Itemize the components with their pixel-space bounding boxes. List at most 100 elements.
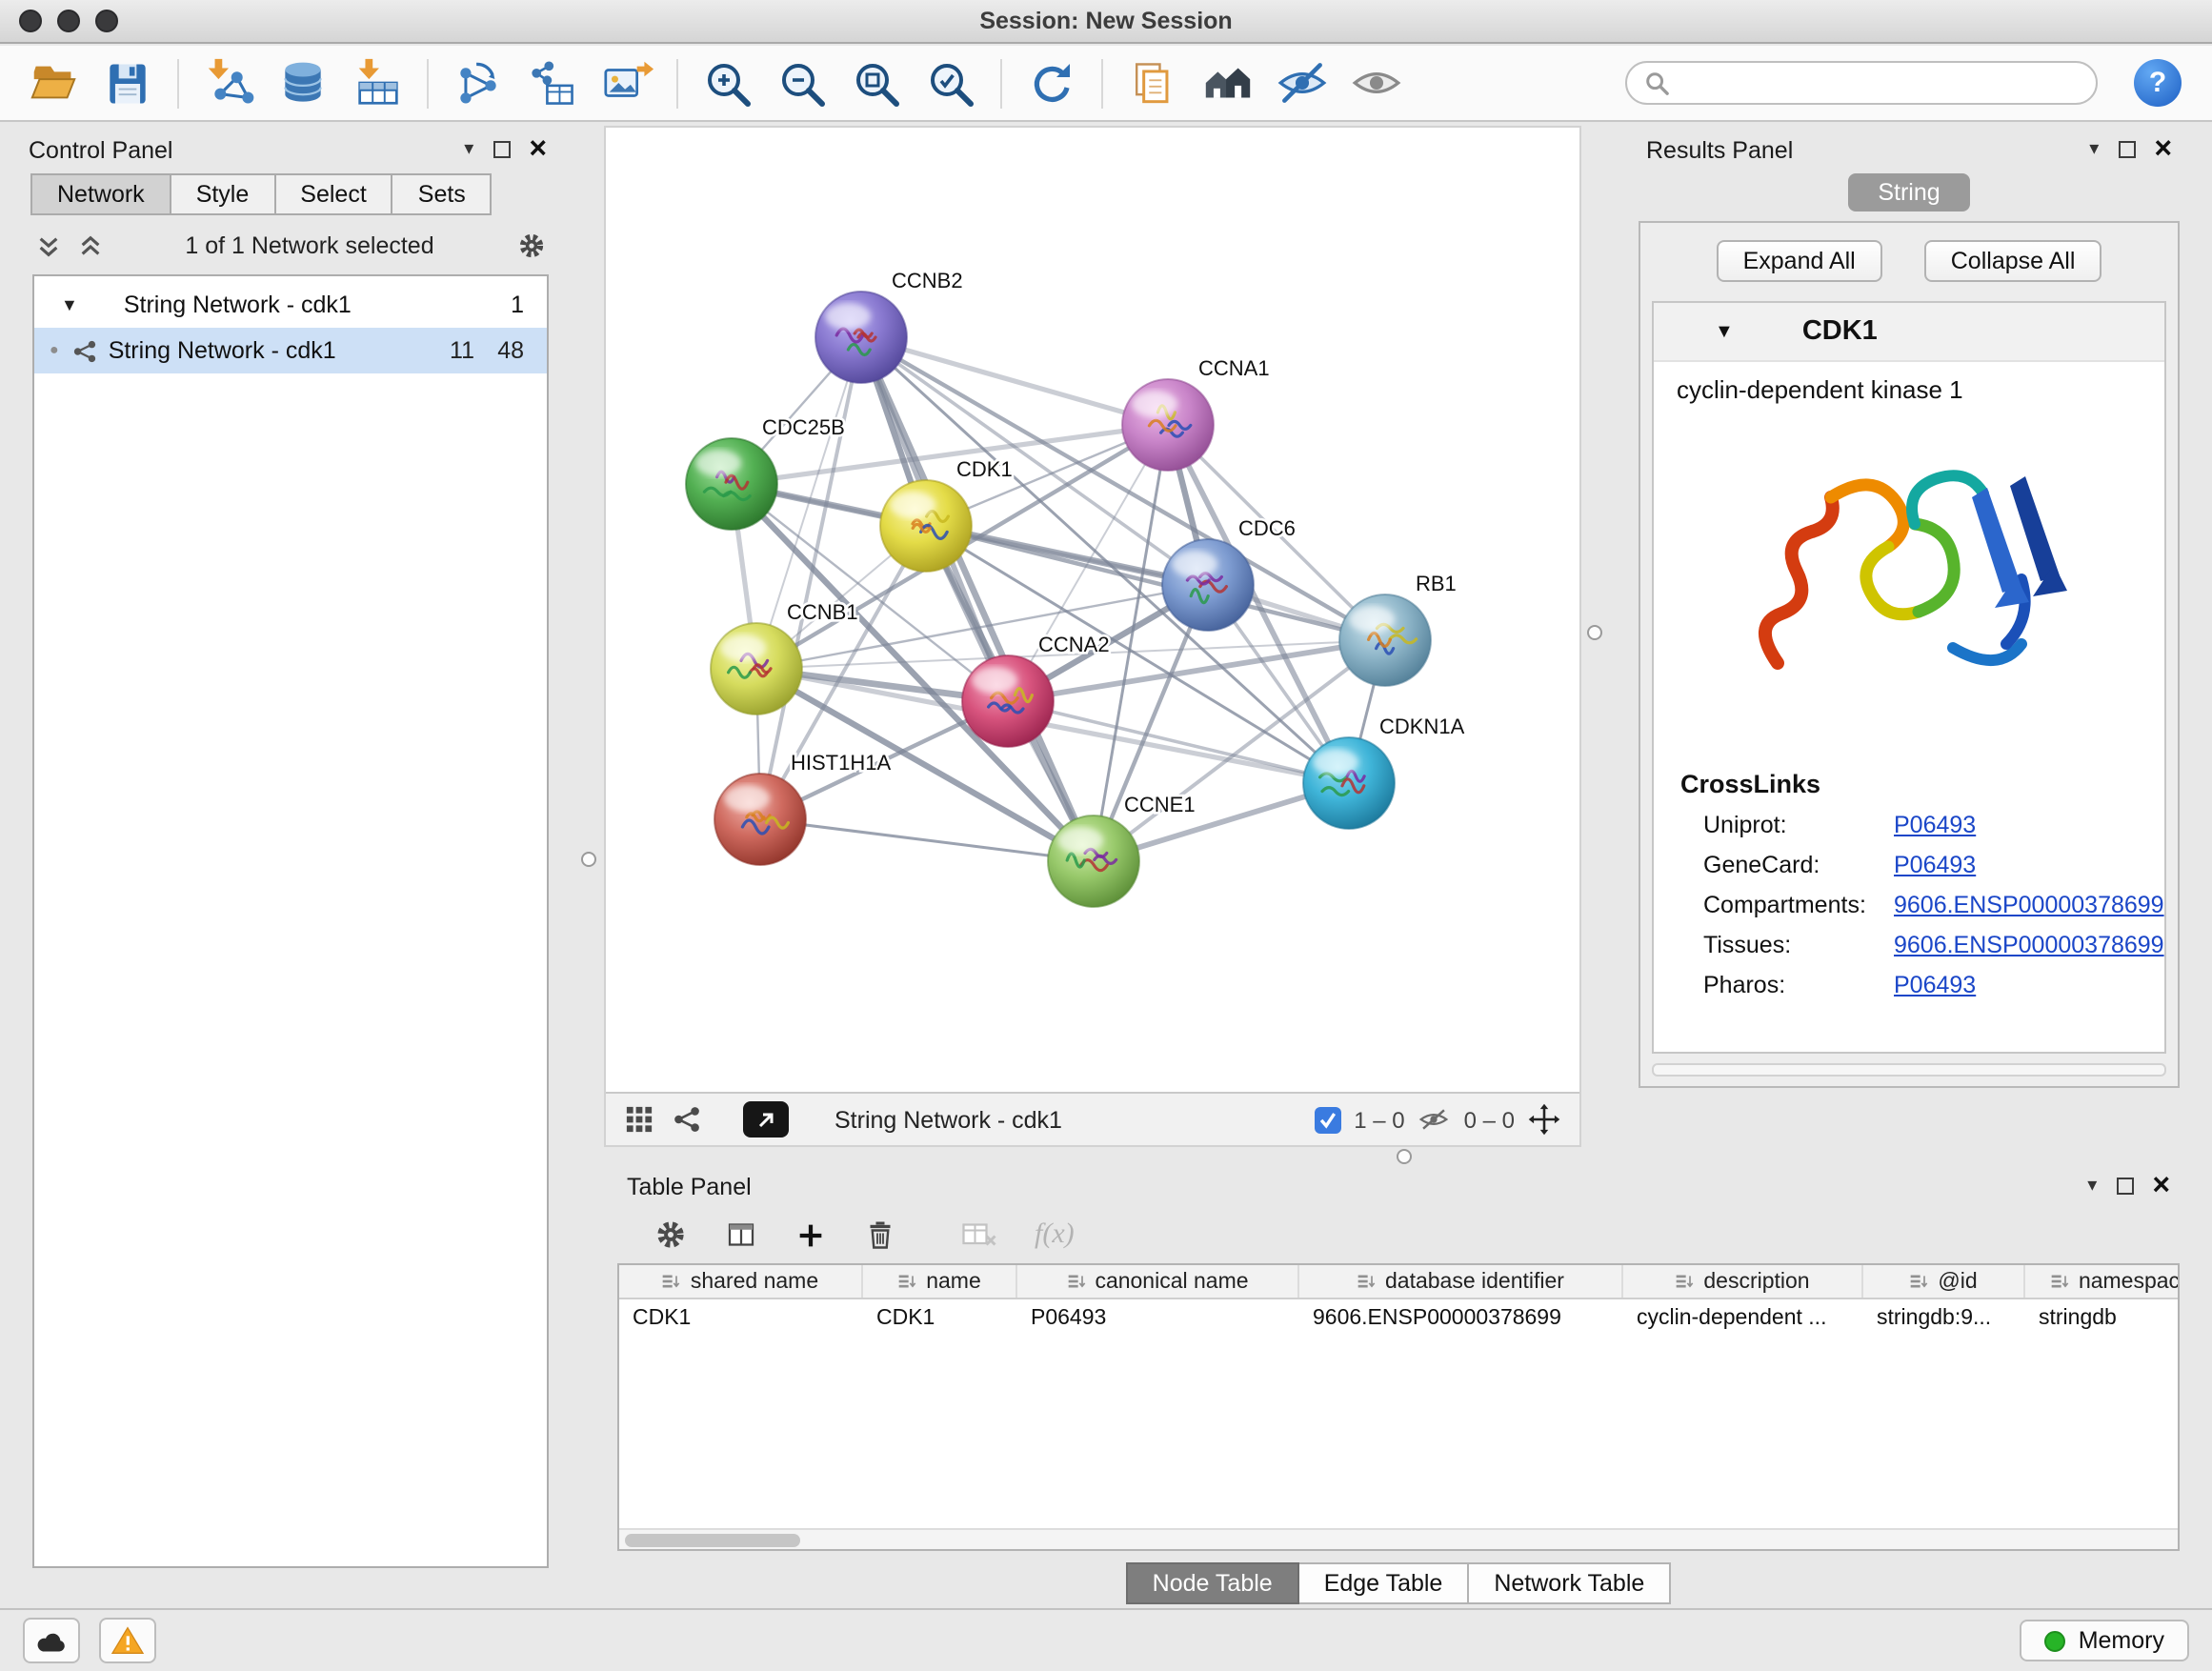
- column-header-shared-name[interactable]: shared name: [619, 1265, 863, 1298]
- crosslink-link-genecard[interactable]: P06493: [1894, 852, 1976, 878]
- zoom-fit-button[interactable]: [846, 52, 907, 113]
- table-panel-float-icon[interactable]: [2116, 1178, 2133, 1195]
- zoom-selected-button[interactable]: [920, 52, 981, 113]
- column-header-description[interactable]: description: [1623, 1265, 1863, 1298]
- grid-icon[interactable]: [625, 1105, 654, 1134]
- column-header-id[interactable]: @id: [1863, 1265, 2025, 1298]
- node-HIST1H1A[interactable]: HIST1H1A: [714, 751, 891, 865]
- left-splitter-handle[interactable]: [581, 852, 596, 867]
- crosslink-link-compartments[interactable]: 9606.ENSP00000378699: [1894, 892, 2164, 918]
- selected-checkbox-icon[interactable]: [1314, 1106, 1340, 1133]
- tab-network-table[interactable]: Network Table: [1469, 1562, 1671, 1604]
- control-panel-collapse-icon[interactable]: ▾: [464, 140, 473, 159]
- table-row[interactable]: CDK1 CDK1 P06493 9606.ENSP00000378699 cy…: [619, 1299, 2178, 1338]
- zoom-window-button[interactable]: [95, 10, 118, 32]
- right-splitter-handle[interactable]: [1587, 625, 1602, 640]
- network-graph[interactable]: CCNB2CCNA1CDC25BCDK1CDC6RB1CCNB1CCNA2CDK…: [606, 128, 1579, 1092]
- crosslink-link-tissues[interactable]: 9606.ENSP00000378699: [1894, 932, 2164, 958]
- tab-network[interactable]: Network: [30, 173, 171, 215]
- network-row[interactable]: ● String Network - cdk1 11 48: [34, 328, 547, 373]
- search-box[interactable]: [1625, 61, 2098, 105]
- node-CDKN1A[interactable]: CDKN1A: [1303, 715, 1465, 829]
- cell-canonical-name[interactable]: P06493: [1017, 1307, 1299, 1330]
- table-settings-gear-icon[interactable]: [654, 1218, 688, 1252]
- close-window-button[interactable]: [19, 10, 42, 32]
- cell-shared-name[interactable]: CDK1: [619, 1307, 863, 1330]
- delete-column-trash-icon[interactable]: [863, 1218, 897, 1252]
- tab-style[interactable]: Style: [171, 173, 276, 215]
- zoom-out-button[interactable]: [772, 52, 833, 113]
- cell-database-identifier[interactable]: 9606.ENSP00000378699: [1299, 1307, 1623, 1330]
- tab-string[interactable]: String: [1847, 173, 1970, 211]
- cell-description[interactable]: cyclin-dependent ...: [1623, 1307, 1863, 1330]
- show-columns-icon[interactable]: [724, 1218, 758, 1252]
- crosslink-link-pharos[interactable]: P06493: [1894, 972, 1976, 998]
- edge[interactable]: [861, 337, 1094, 861]
- node-CDK1[interactable]: CDK1: [880, 457, 1013, 572]
- network-collection-row[interactable]: ▼ String Network - cdk1 1: [34, 282, 547, 328]
- collapse-all-chevron-icon[interactable]: [78, 233, 103, 258]
- apply-layout-button[interactable]: [1021, 52, 1082, 113]
- results-panel-float-icon[interactable]: [2118, 141, 2135, 158]
- tab-sets[interactable]: Sets: [393, 173, 493, 215]
- search-input[interactable]: [1680, 70, 2079, 96]
- hide-selected-button[interactable]: [1271, 52, 1332, 113]
- tab-node-table[interactable]: Node Table: [1126, 1562, 1299, 1604]
- network-overview-icon[interactable]: [673, 1105, 701, 1134]
- results-scrollbar[interactable]: [1652, 1063, 2166, 1077]
- warning-button[interactable]: [99, 1618, 156, 1663]
- node-RB1[interactable]: RB1: [1339, 572, 1457, 686]
- column-header-database-identifier[interactable]: database identifier: [1299, 1265, 1623, 1298]
- bottom-splitter-handle[interactable]: [1397, 1149, 1412, 1164]
- zoom-in-button[interactable]: [697, 52, 758, 113]
- expand-all-button[interactable]: Expand All: [1717, 240, 1882, 282]
- column-header-namespace[interactable]: namespac: [2025, 1265, 2180, 1298]
- save-session-button[interactable]: [97, 52, 158, 113]
- homes-button[interactable]: [1196, 52, 1257, 113]
- edge[interactable]: [760, 819, 1094, 861]
- network-table-button[interactable]: [522, 52, 583, 113]
- control-panel-close-icon[interactable]: ×: [529, 134, 547, 165]
- tab-edge-table[interactable]: Edge Table: [1299, 1562, 1470, 1604]
- import-network-file-button[interactable]: [198, 52, 259, 113]
- open-session-button[interactable]: [23, 52, 84, 113]
- expand-all-chevron-icon[interactable]: [36, 233, 61, 258]
- cloud-button[interactable]: [23, 1618, 80, 1663]
- import-table-button[interactable]: [347, 52, 408, 113]
- new-network-button[interactable]: [448, 52, 509, 113]
- table-panel-collapse-icon[interactable]: ▾: [2087, 1177, 2097, 1196]
- move-crosshair-icon[interactable]: [1528, 1103, 1560, 1136]
- node-CCNA1[interactable]: CCNA1: [1122, 356, 1270, 471]
- scrollbar-thumb[interactable]: [625, 1534, 800, 1547]
- cell-name[interactable]: CDK1: [863, 1307, 1017, 1330]
- hidden-eye-icon[interactable]: [1418, 1103, 1451, 1136]
- duplicate-document-button[interactable]: [1122, 52, 1183, 113]
- show-all-button[interactable]: [1345, 52, 1406, 113]
- results-panel-collapse-icon[interactable]: ▾: [2089, 140, 2099, 159]
- table-panel-close-icon[interactable]: ×: [2152, 1171, 2170, 1201]
- tab-select[interactable]: Select: [275, 173, 393, 215]
- results-panel-close-icon[interactable]: ×: [2154, 134, 2172, 165]
- add-column-plus-icon[interactable]: [794, 1218, 827, 1251]
- cell-id[interactable]: stringdb:9...: [1863, 1307, 2025, 1330]
- column-header-canonical-name[interactable]: canonical name: [1017, 1265, 1299, 1298]
- table-horizontal-scrollbar[interactable]: [619, 1528, 2178, 1549]
- collection-expand-icon[interactable]: ▼: [61, 295, 78, 314]
- collapse-all-button[interactable]: Collapse All: [1924, 240, 2102, 282]
- cell-namespace[interactable]: stringdb: [2025, 1307, 2180, 1330]
- network-options-gear-icon[interactable]: [516, 231, 547, 261]
- gene-expand-icon[interactable]: ▼: [1715, 321, 1734, 342]
- export-image-button[interactable]: [596, 52, 657, 113]
- help-button[interactable]: ?: [2134, 59, 2182, 107]
- gene-entry-header[interactable]: ▼ CDK1: [1654, 303, 2164, 362]
- node-CCNB2[interactable]: CCNB2: [815, 269, 963, 383]
- edge[interactable]: [760, 337, 861, 819]
- minimize-window-button[interactable]: [57, 10, 80, 32]
- detach-view-button[interactable]: [743, 1101, 789, 1137]
- node-CCNB1[interactable]: CCNB1: [711, 600, 858, 715]
- crosslink-link-uniprot[interactable]: P06493: [1894, 812, 1976, 838]
- control-panel-float-icon[interactable]: [493, 141, 510, 158]
- edge[interactable]: [926, 526, 1385, 640]
- column-header-name[interactable]: name: [863, 1265, 1017, 1298]
- memory-button[interactable]: Memory: [2020, 1620, 2189, 1661]
